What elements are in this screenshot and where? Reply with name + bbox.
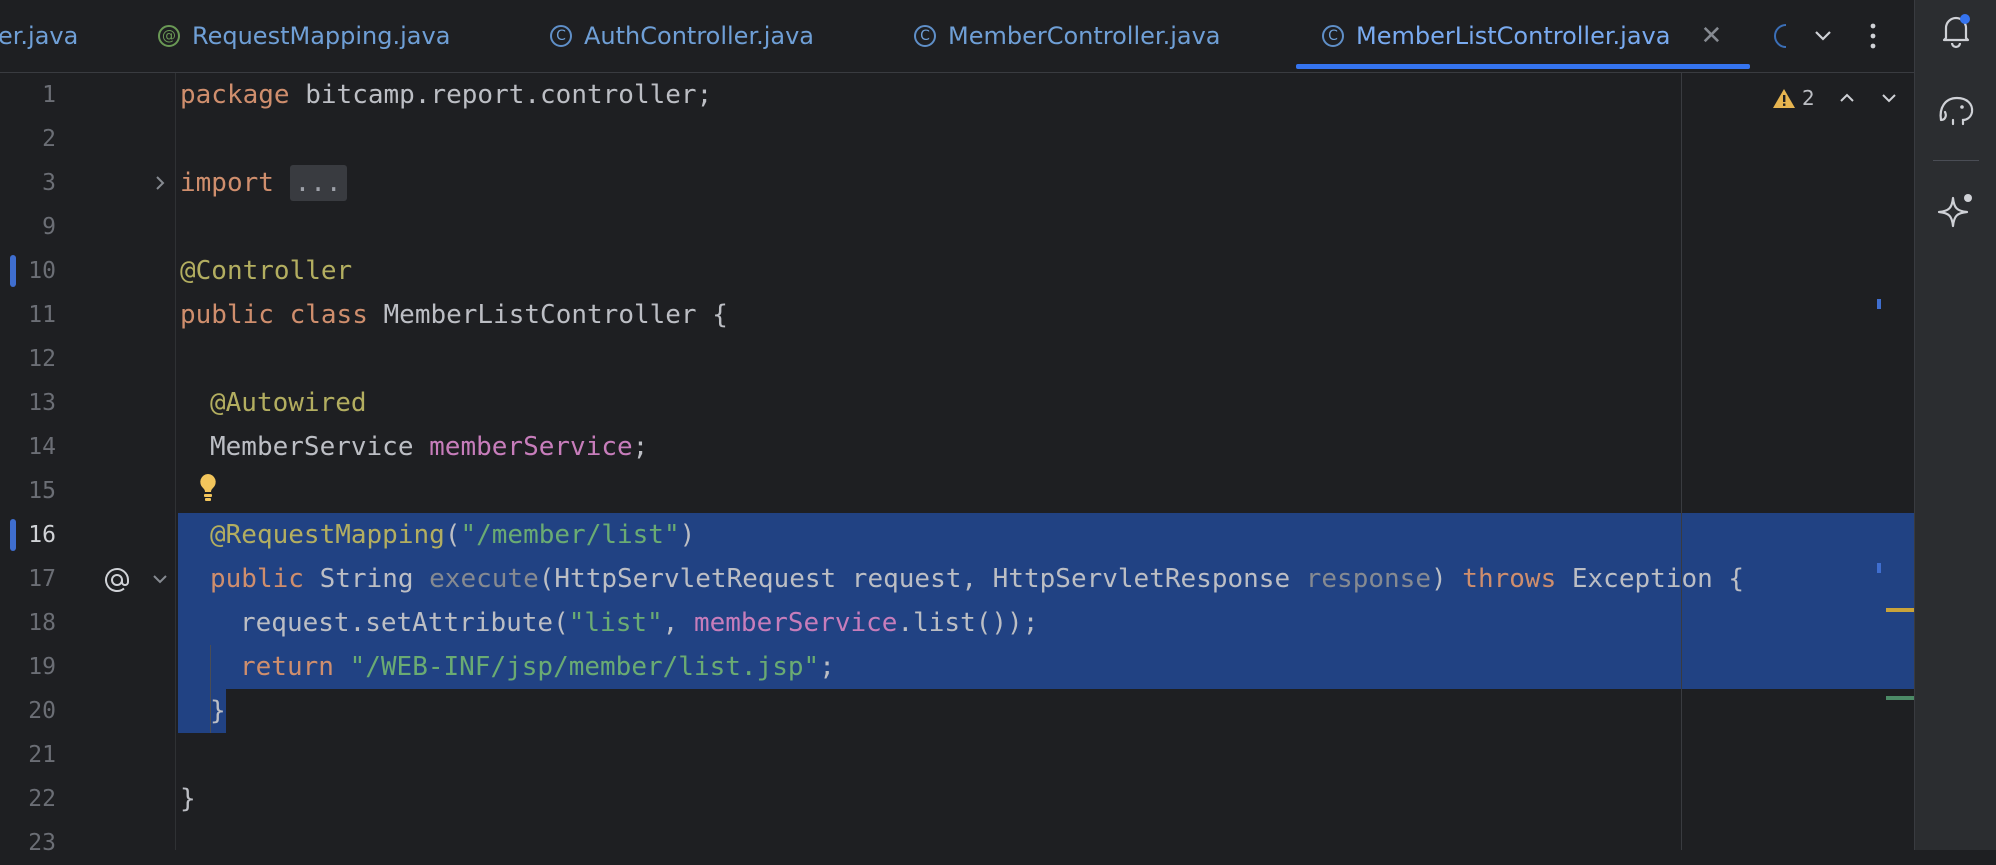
tab-label: MemberListController.java	[1356, 22, 1671, 50]
vcs-change-marker[interactable]	[10, 255, 16, 287]
line-number: 18	[28, 610, 56, 636]
warning-icon	[1773, 89, 1795, 108]
code-line-13: @Autowired	[210, 388, 367, 418]
line-number-current: 16	[28, 522, 56, 548]
class-icon: C	[914, 25, 936, 47]
line-number: 9	[42, 214, 56, 240]
chevron-down-icon	[1815, 31, 1831, 41]
scroll-marker-info[interactable]	[1886, 696, 1914, 700]
line-number: 15	[28, 478, 56, 504]
class-icon: C	[1322, 25, 1344, 47]
line-number: 23	[28, 830, 56, 856]
code-editor[interactable]: 1 2 3 9 10 11 12 13 14 15 16 17 18 19 20…	[0, 73, 1914, 856]
code-line-19: return "/WEB-INF/jsp/member/list.jsp";	[240, 652, 835, 682]
warning-count: 2	[1802, 86, 1815, 110]
tab-options-button[interactable]	[1868, 0, 1878, 72]
fold-expand-icon[interactable]	[152, 173, 168, 193]
request-mapping-at-icon[interactable]	[102, 565, 132, 595]
bell-icon	[1942, 14, 1970, 49]
inspection-widget[interactable]: 2	[1772, 83, 1815, 113]
right-margin-guide	[1681, 73, 1682, 850]
active-tab-indicator	[1296, 64, 1750, 69]
line-number: 12	[28, 346, 56, 372]
tab-label: MemberController.java	[948, 22, 1221, 50]
line-number: 2	[42, 126, 56, 152]
line-number: 22	[28, 786, 56, 812]
more-vertical-icon	[1870, 23, 1876, 49]
ai-assistant-button[interactable]	[1915, 190, 1996, 232]
code-line-22: }	[180, 784, 196, 814]
tab-request-mapping[interactable]: @ RequestMapping.java	[158, 0, 450, 72]
close-tab-icon[interactable]: ✕	[1700, 21, 1722, 51]
tab-label: RequestMapping.java	[192, 22, 451, 50]
code-line-11: public class MemberListController {	[180, 300, 728, 330]
tab-member-list-controller[interactable]: C MemberListController.java ✕	[1322, 0, 1722, 72]
tab-label: er.java	[0, 22, 79, 50]
tab-list-dropdown-button[interactable]	[1812, 0, 1834, 72]
previous-highlight-chevron-up-icon[interactable]	[1836, 87, 1858, 109]
line-number: 14	[28, 434, 56, 460]
class-icon: C	[550, 25, 572, 47]
folded-imports[interactable]: ...	[289, 165, 347, 201]
line-number: 20	[28, 698, 56, 724]
tab-label: AuthController.java	[584, 22, 815, 50]
vcs-change-marker[interactable]	[10, 519, 16, 551]
line-number: 17	[28, 566, 56, 592]
code-line-20: }	[210, 696, 226, 726]
line-number: 11	[28, 302, 56, 328]
line-number: 21	[28, 742, 56, 768]
right-tool-strip	[1914, 0, 1996, 850]
code-line-1: package bitcamp.report.controller;	[180, 80, 713, 110]
line-number: 13	[28, 390, 56, 416]
fold-collapse-icon[interactable]	[150, 571, 170, 587]
code-line-18: request.setAttribute("list", memberServi…	[240, 608, 1039, 638]
line-number: 1	[42, 82, 56, 108]
code-line-14: MemberService memberService;	[210, 432, 649, 462]
code-line-10: @Controller	[180, 256, 353, 286]
next-highlight-chevron-down-icon[interactable]	[1878, 87, 1900, 109]
code-line-16: @RequestMapping("/member/list")	[210, 520, 696, 550]
lightbulb-icon[interactable]	[196, 471, 220, 505]
strip-divider	[1933, 160, 1979, 161]
tab-auth-controller[interactable]: C AuthController.java	[550, 0, 814, 72]
notifications-button[interactable]	[1915, 10, 1996, 50]
code-line-17: public String execute(HttpServletRequest…	[210, 564, 1745, 594]
editor-tab-bar: er.java @ RequestMapping.java C AuthCont…	[0, 0, 1914, 73]
line-number: 19	[28, 654, 56, 680]
elephant-icon	[1939, 96, 1974, 126]
scroll-marker-warning[interactable]	[1886, 608, 1914, 612]
code-line-3: import ...	[180, 161, 347, 205]
scroll-marker-change[interactable]	[1877, 299, 1881, 309]
tab-partial-controller[interactable]: er.java	[0, 0, 78, 72]
sparkle-icon	[1937, 194, 1972, 228]
more-tabs-partial-icon	[1774, 0, 1788, 72]
tab-member-controller[interactable]: C MemberController.java	[914, 0, 1220, 72]
line-number: 3	[42, 170, 56, 196]
annotation-icon: @	[158, 25, 180, 47]
database-tool-button[interactable]	[1915, 90, 1996, 130]
editor-gutter: 1 2 3 9 10 11 12 13 14 15 16 17 18 19 20…	[0, 73, 176, 856]
line-number: 10	[28, 258, 56, 284]
scroll-marker-change[interactable]	[1877, 563, 1881, 573]
